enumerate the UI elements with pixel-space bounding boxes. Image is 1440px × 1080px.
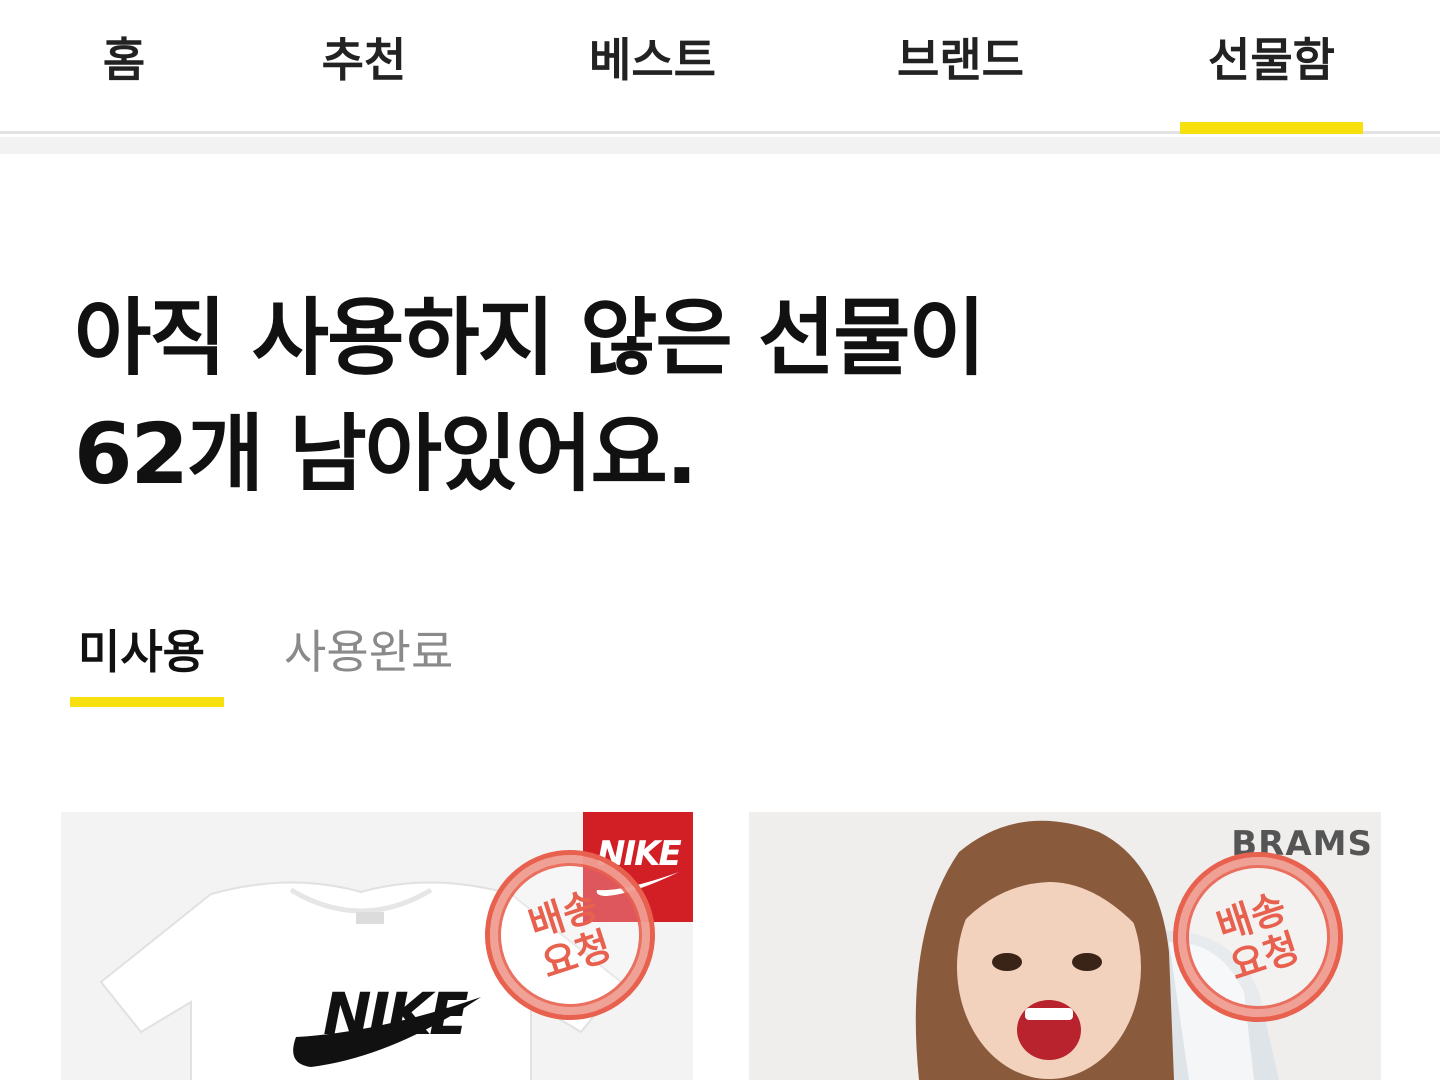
gift-card-brams[interactable]: BRAMS 배송 요청 [749, 812, 1381, 1080]
tab-home-label: 홈 [102, 33, 146, 87]
nike-tshirt-print: NIKE [323, 980, 469, 1048]
unused-gifts-headline: 아직 사용하지 않은 선물이 62개 남아있어요. [74, 280, 1274, 512]
tab-best-label: 베스트 [589, 33, 716, 87]
tab-recommend[interactable]: 추천 [314, 30, 414, 134]
section-divider [0, 137, 1440, 154]
top-navigation: 홈 추천 베스트 브랜드 선물함 [0, 0, 1440, 134]
tab-brand-label: 브랜드 [897, 33, 1024, 87]
subtab-used-label: 사용완료 [284, 625, 454, 679]
tab-brand[interactable]: 브랜드 [888, 30, 1033, 134]
tab-best[interactable]: 베스트 [580, 30, 725, 134]
headline-line-2: 62개 남아있어요. [74, 405, 698, 503]
tab-gift-box-underline [1180, 122, 1363, 134]
tab-recommend-label: 추천 [321, 33, 407, 87]
tab-gift-box[interactable]: 선물함 [1180, 30, 1363, 134]
tab-home[interactable]: 홈 [94, 30, 154, 134]
subtab-used[interactable]: 사용완료 [284, 612, 484, 707]
tab-gift-box-label: 선물함 [1208, 33, 1335, 87]
subtab-unused-label: 미사용 [78, 625, 205, 679]
headline-line-1: 아직 사용하지 않은 선물이 [74, 289, 986, 387]
subtab-unused[interactable]: 미사용 [70, 612, 224, 707]
gift-card-nike[interactable]: NIKE NIKE 배송 요청 [61, 812, 693, 1080]
subtab-unused-underline [70, 697, 224, 707]
